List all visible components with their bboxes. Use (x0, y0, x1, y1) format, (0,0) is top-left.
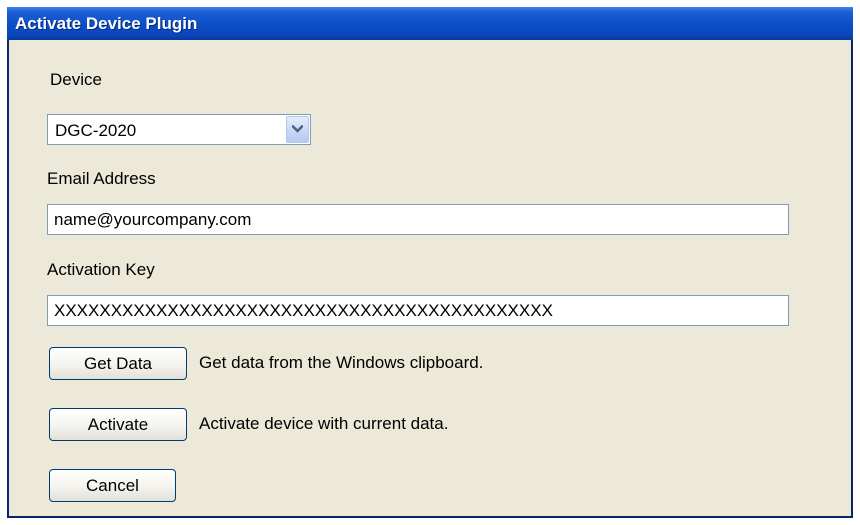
email-address-field[interactable] (47, 204, 789, 235)
window-title: Activate Device Plugin (15, 14, 198, 33)
activate-description: Activate device with current data. (199, 414, 449, 433)
cancel-button[interactable]: Cancel (49, 469, 176, 502)
title-bar[interactable]: Activate Device Plugin (7, 7, 853, 40)
get-data-description: Get data from the Windows clipboard. (199, 353, 484, 372)
device-select-dropdown-button[interactable] (286, 116, 309, 143)
activate-button[interactable]: Activate (49, 408, 187, 441)
email-address-label: Email Address (47, 169, 156, 188)
get-data-button[interactable]: Get Data (49, 347, 187, 380)
device-label: Device (50, 70, 102, 89)
device-select[interactable]: DGC-2020 (47, 114, 311, 145)
device-select-value: DGC-2020 (55, 121, 137, 140)
activation-key-field[interactable] (47, 295, 789, 326)
activation-key-label: Activation Key (47, 260, 155, 279)
activate-device-plugin-window: Activate Device Plugin Device DGC-2020 E… (7, 7, 853, 518)
